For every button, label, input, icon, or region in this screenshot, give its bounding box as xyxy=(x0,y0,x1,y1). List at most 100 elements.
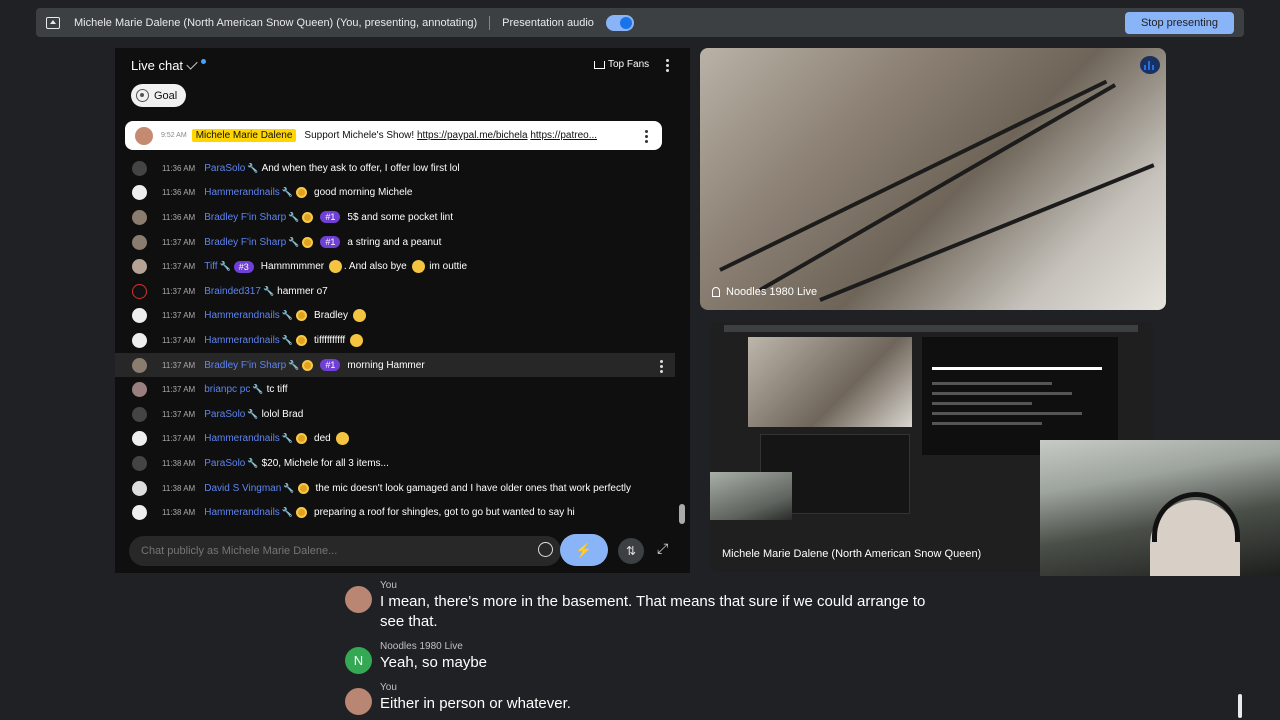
message-author[interactable]: Hammerandnails xyxy=(204,335,280,346)
pinned-time: 9:52 AM xyxy=(161,132,187,139)
present-screen-icon xyxy=(46,16,60,29)
avatar xyxy=(132,357,147,373)
message-author[interactable]: brianpc pc xyxy=(204,384,250,395)
message-time: 11:37 AM xyxy=(162,385,196,395)
message-author[interactable]: Bradley F'in Sharp xyxy=(204,237,286,248)
message-author[interactable]: David S Vingman xyxy=(204,483,281,494)
message-more-icon[interactable] xyxy=(660,359,663,373)
pinned-message[interactable]: 9:52 AM Michele Marie Dalene Support Mic… xyxy=(125,121,662,150)
pinned-link-patreon[interactable]: https://patreo... xyxy=(530,130,597,141)
pinned-body: Support Michele's Show! xyxy=(304,130,417,141)
chat-message[interactable]: 11:36 AM Hammerandnails 🔧 good morning M… xyxy=(115,181,675,206)
avatar xyxy=(345,688,372,715)
message-text: $20, Michele for all 3 items... xyxy=(261,457,389,469)
message-author[interactable]: Hammerandnails xyxy=(204,310,280,321)
avatar xyxy=(132,382,147,398)
captions-scrollbar[interactable] xyxy=(1238,694,1242,718)
chat-message[interactable]: 11:37 AM ParaSolo 🔧 lolol Brad xyxy=(115,402,675,427)
live-chat-header[interactable]: Live chat xyxy=(131,58,207,73)
message-author[interactable]: Hammerandnails xyxy=(204,433,280,444)
chat-message[interactable]: 11:37 AM brianpc pc 🔧 tc tiff xyxy=(115,377,675,402)
avatar xyxy=(132,283,147,299)
chat-message[interactable]: 11:38 AM Hammerandnails 🔧 preparing a ro… xyxy=(115,500,675,525)
message-author[interactable]: ParaSolo xyxy=(204,409,245,420)
chat-message[interactable]: 11:37 AM Bradley F'in Sharp 🔧 #1 a strin… xyxy=(115,230,675,255)
avatar xyxy=(345,586,372,613)
top-fan-badge: #3 xyxy=(233,260,254,273)
message-text: hammer o7 xyxy=(277,285,328,297)
member-coin-icon xyxy=(296,507,308,519)
expand-icon[interactable]: ⤢ xyxy=(657,540,668,557)
video-content xyxy=(719,79,1108,272)
message-author[interactable]: Bradley F'in Sharp xyxy=(204,360,286,371)
chat-message[interactable]: 11:37 AM Bradley F'in Sharp 🔧 #1 morning… xyxy=(115,352,675,378)
peace-hand-icon xyxy=(411,260,425,274)
message-text: Bradley xyxy=(314,309,368,323)
moderator-wrench-icon: 🔧 xyxy=(262,285,275,296)
member-coin-icon xyxy=(296,433,308,445)
chat-message[interactable]: 11:37 AM Hammerandnails 🔧 Bradley xyxy=(115,304,675,329)
message-text: tiffffffffff xyxy=(314,333,365,347)
member-coin-icon xyxy=(302,359,314,371)
message-time: 11:38 AM xyxy=(162,508,196,518)
caption-text: Yeah, so maybe xyxy=(380,654,488,671)
chat-message[interactable]: 11:37 AM Tiff 🔧 #3 Hammmmmer . And also … xyxy=(115,254,675,279)
chat-scrollbar[interactable] xyxy=(679,504,685,524)
avatar xyxy=(132,505,147,521)
caption-entry: You Either in person or whatever. xyxy=(345,682,940,715)
emoji-picker-icon[interactable] xyxy=(538,542,553,557)
moderator-wrench-icon: 🔧 xyxy=(281,433,294,444)
self-camera-video[interactable] xyxy=(1040,440,1280,576)
moderator-wrench-icon: 🔧 xyxy=(281,187,294,198)
chat-more-icon[interactable] xyxy=(666,59,669,72)
pinned-more-icon[interactable] xyxy=(645,130,648,143)
chat-message[interactable]: 11:38 AM David S Vingman 🔧 the mic doesn… xyxy=(115,476,675,501)
headset-shape xyxy=(1152,492,1240,542)
smiley-emoji-icon xyxy=(349,333,363,347)
chat-message[interactable]: 11:37 AM Hammerandnails 🔧 ded xyxy=(115,427,675,452)
message-time: 11:36 AM xyxy=(162,188,196,198)
moderator-wrench-icon: 🔧 xyxy=(247,162,259,173)
avatar xyxy=(132,160,147,176)
message-time: 11:37 AM xyxy=(162,311,196,321)
message-author[interactable]: Tiff xyxy=(204,261,217,272)
presentation-audio-toggle[interactable] xyxy=(605,14,634,31)
message-text-part: Hammmmmer xyxy=(260,261,325,273)
caption-text: I mean, there's more in the basement. Th… xyxy=(380,593,926,630)
message-text-part: Bradley xyxy=(314,310,348,322)
caption-speaker: You xyxy=(380,682,397,693)
avatar xyxy=(132,406,147,422)
message-text: Hammmmmer . And also bye im outtie xyxy=(260,260,467,274)
message-time: 11:38 AM xyxy=(162,483,196,493)
top-fan-badge: #1 xyxy=(320,236,341,249)
message-author[interactable]: Brainded317 xyxy=(204,286,261,297)
avatar xyxy=(132,234,147,250)
move-extension-icon[interactable]: ⇅ xyxy=(618,538,644,564)
crown-icon xyxy=(594,60,605,69)
chat-message[interactable]: 11:37 AM Hammerandnails 🔧 tiffffffffff xyxy=(115,328,675,353)
goal-chip[interactable]: Goal xyxy=(131,84,187,107)
video-content xyxy=(759,83,1117,292)
participant-video[interactable]: Noodles 1980 Live xyxy=(700,48,1166,310)
top-fans-button[interactable]: Top Fans xyxy=(594,59,649,70)
message-author[interactable]: Hammerandnails xyxy=(204,507,280,518)
lightning-extension-button[interactable]: ⚡ xyxy=(560,534,608,566)
stop-presenting-button[interactable]: Stop presenting xyxy=(1124,11,1234,34)
chat-message[interactable]: 11:36 AM Bradley F'in Sharp 🔧 #1 5$ and … xyxy=(115,205,675,230)
member-coin-icon xyxy=(302,236,314,248)
chat-message[interactable]: 11:38 AM ParaSolo 🔧 $20, Michele for all… xyxy=(115,451,675,476)
waving-hand-icon xyxy=(328,260,342,274)
member-coin-icon xyxy=(296,187,308,199)
chat-message[interactable]: 11:37 AM Brainded317 🔧 hammer o7 xyxy=(115,279,675,304)
message-author[interactable]: ParaSolo xyxy=(204,163,245,174)
chat-message[interactable]: 11:36 AM ParaSolo 🔧 And when they ask to… xyxy=(115,156,675,181)
screen-share-name: Michele Marie Dalene (North American Sno… xyxy=(722,548,982,560)
message-author[interactable]: Hammerandnails xyxy=(204,187,280,198)
pinned-link-paypal[interactable]: https://paypal.me/bichela xyxy=(417,130,528,141)
chat-input[interactable] xyxy=(129,536,561,566)
member-coin-icon xyxy=(297,482,309,494)
nested-video xyxy=(748,337,912,427)
message-author[interactable]: ParaSolo xyxy=(204,458,245,469)
pinned-author[interactable]: Michele Marie Dalene xyxy=(191,129,297,142)
message-author[interactable]: Bradley F'in Sharp xyxy=(204,212,286,223)
